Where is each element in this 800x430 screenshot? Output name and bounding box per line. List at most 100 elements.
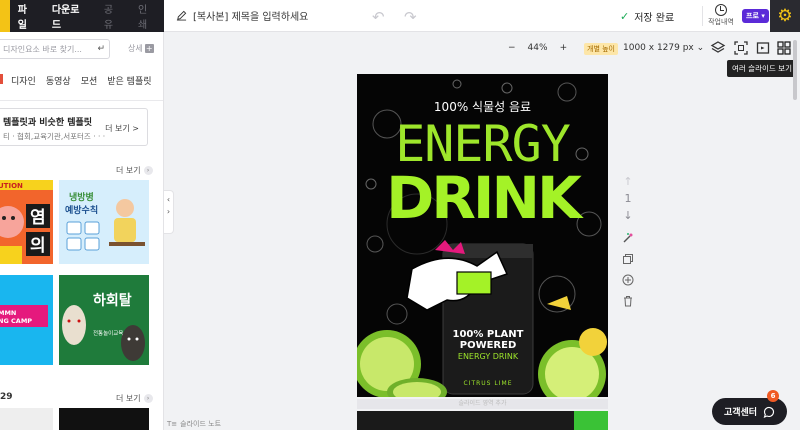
arrow-up-icon[interactable]: ↑ xyxy=(618,175,638,188)
menu-download[interactable]: 다운로드 xyxy=(44,1,96,31)
search-input[interactable]: 디자인요소 바로 찾기... ↵ xyxy=(0,39,110,59)
svg-text:MMN: MMN xyxy=(0,309,16,317)
brand-strip xyxy=(0,0,10,32)
template-thumbnail[interactable]: 하회탈 전통놀이교육 xyxy=(59,275,149,365)
chevron-right-icon: › xyxy=(143,394,153,403)
check-icon: ✓ xyxy=(620,10,630,23)
template-thumbnail[interactable]: UTION 염 의 xyxy=(0,180,53,264)
canvas-size-select[interactable]: 1000 x 1279 px ⌄ xyxy=(623,43,704,53)
template-thumbnail[interactable]: 냉방병 예방수칙 xyxy=(59,180,149,264)
detail-search-button[interactable]: 상세 + xyxy=(128,43,154,54)
panel-collapse-handle[interactable]: ‹ › xyxy=(164,190,174,234)
next-slide-preview[interactable] xyxy=(357,411,608,430)
dimension-badge: 개별 높이 xyxy=(584,43,618,55)
scrollbar[interactable] xyxy=(793,40,797,100)
zoom-out-button[interactable]: − xyxy=(508,43,516,53)
svg-text:NG CAMP: NG CAMP xyxy=(0,317,32,325)
grid-view-icon[interactable] xyxy=(776,40,792,56)
tab-divider xyxy=(0,100,163,101)
document-title[interactable]: [복사본] 제목을 입력하세요 xyxy=(176,8,308,23)
duplicate-icon[interactable] xyxy=(622,253,634,265)
svg-text:전통놀이교육: 전통놀이교육 xyxy=(93,329,123,337)
similar-desc: 티 · 협회,교육기관,서포터즈 · · · xyxy=(3,132,106,141)
zoom-in-button[interactable]: + xyxy=(560,43,568,53)
left-panel: 디자인요소 바로 찾기... ↵ 상세 + 디자인 동영상 모션 받은 템플릿 … xyxy=(0,32,164,430)
next-slide-graphic xyxy=(574,411,608,430)
notification-badge: 6 xyxy=(767,390,779,402)
svg-text:예방수칙: 예방수칙 xyxy=(65,204,98,216)
template-thumbnail[interactable] xyxy=(0,408,53,430)
tab-motion[interactable]: 모션 xyxy=(81,74,98,87)
slide-controls: ↑ 1 ↓ xyxy=(618,175,638,310)
add-icon[interactable] xyxy=(622,274,634,286)
menu-file[interactable]: 파일 xyxy=(10,1,44,31)
history-label: 작업내역 xyxy=(708,18,734,26)
clock-icon xyxy=(715,4,727,16)
thumbnail-art: 하회탈 전통놀이교육 xyxy=(59,275,149,365)
chat-icon xyxy=(763,406,775,418)
more-link[interactable]: 더 보기 › xyxy=(116,393,153,404)
present-icon[interactable] xyxy=(755,40,771,56)
svg-text:하회탈: 하회탈 xyxy=(93,292,132,309)
thumbnail-art: MMN NG CAMP xyxy=(0,275,53,365)
svg-text:냉방병: 냉방병 xyxy=(69,191,94,203)
can-line-3: ENERGY DRINK xyxy=(457,352,519,361)
thumbnail-art: UTION 염 의 xyxy=(0,180,53,264)
tooltip: 여러 슬라이드 보기 xyxy=(727,60,797,77)
chevron-right-icon: › xyxy=(143,166,153,175)
template-thumbnail[interactable] xyxy=(59,408,149,430)
tab-video[interactable]: 동영상 xyxy=(46,74,71,87)
menu-share[interactable]: 공유 xyxy=(96,1,130,31)
fit-screen-icon[interactable] xyxy=(733,40,749,56)
poster-slide[interactable]: 100% 식물성 음료 ENERGY DRINK 100% PLANT POWE… xyxy=(357,74,608,397)
poster-subtitle[interactable]: 100% 식물성 음료 xyxy=(357,98,608,115)
svg-text:염: 염 xyxy=(30,208,46,228)
similar-templates-card[interactable]: 템플릿과 비슷한 템플릿 티 · 협회,교육기관,서포터즈 · · · 더 보기… xyxy=(0,108,148,146)
chevron-left-icon: ‹ xyxy=(166,195,171,204)
support-label: 고객센터 xyxy=(723,408,758,418)
arrow-down-icon[interactable]: ↓ xyxy=(618,209,638,222)
page-number: 1 xyxy=(624,192,632,205)
chevron-down-icon: ⌄ xyxy=(696,43,705,53)
layers-icon[interactable] xyxy=(710,40,726,56)
undo-icon[interactable]: ↶ xyxy=(372,8,385,26)
pencil-icon xyxy=(176,10,187,21)
redo-icon[interactable]: ↷ xyxy=(404,8,417,26)
svg-text:의: 의 xyxy=(30,236,46,256)
can-line-2: POWERED xyxy=(459,340,517,351)
poster-headline-drink[interactable]: DRINK xyxy=(357,168,608,228)
slide-note-button[interactable]: T≡ 슬라이드 노트 xyxy=(167,419,221,429)
trash-icon[interactable] xyxy=(622,295,634,307)
can-label[interactable]: 100% PLANT POWERED ENERGY DRINK xyxy=(443,329,533,362)
svg-text:UTION: UTION xyxy=(0,182,23,190)
tab-design[interactable]: 디자인 xyxy=(11,74,36,87)
thumbnail-art: 냉방병 예방수칙 xyxy=(59,180,149,264)
tab-indicator xyxy=(0,74,3,84)
gear-icon: ⚙ xyxy=(777,6,793,26)
more-link[interactable]: 더 보기 › xyxy=(116,165,153,176)
template-thumbnail[interactable]: MMN NG CAMP xyxy=(0,275,53,365)
magic-wand-icon[interactable] xyxy=(622,232,634,244)
similar-more-link[interactable]: 더 보기 > xyxy=(105,123,139,134)
section-number: 29 xyxy=(0,392,13,402)
main-menu: 파일 다운로드 공유 인쇄 xyxy=(0,0,164,32)
plus-icon: + xyxy=(144,44,154,53)
settings-button[interactable]: ⚙ xyxy=(770,0,800,32)
document-title-text[interactable]: [복사본] 제목을 입력하세요 xyxy=(193,8,308,23)
add-slide-area[interactable]: 슬라이드 영역 추가 xyxy=(357,399,608,409)
history-button[interactable]: 작업내역 xyxy=(706,3,736,27)
top-bar: 파일 다운로드 공유 인쇄 [복사본] 제목을 입력하세요 ↶ ↷ ✓ 저장 완… xyxy=(0,0,800,32)
tab-received-templates[interactable]: 받은 템플릿 xyxy=(107,74,151,87)
divider xyxy=(702,6,703,26)
similar-title: 템플릿과 비슷한 템플릿 xyxy=(3,118,93,128)
zoom-value[interactable]: 44% xyxy=(528,43,548,53)
category-tabs: 디자인 동영상 모션 받은 템플릿 xyxy=(0,74,152,87)
pro-badge[interactable]: 프로 ▾ xyxy=(742,9,769,23)
save-status-text: 저장 완료 xyxy=(634,13,675,24)
support-button[interactable]: 고객센터 6 xyxy=(712,390,787,425)
chevron-right-icon: › xyxy=(166,207,171,216)
can-flavor: CITRUS LIME xyxy=(463,380,513,387)
zoom-control: − 44% + xyxy=(508,43,567,53)
search-placeholder: 디자인요소 바로 찾기... xyxy=(3,44,82,54)
menu-print[interactable]: 인쇄 xyxy=(130,1,164,31)
